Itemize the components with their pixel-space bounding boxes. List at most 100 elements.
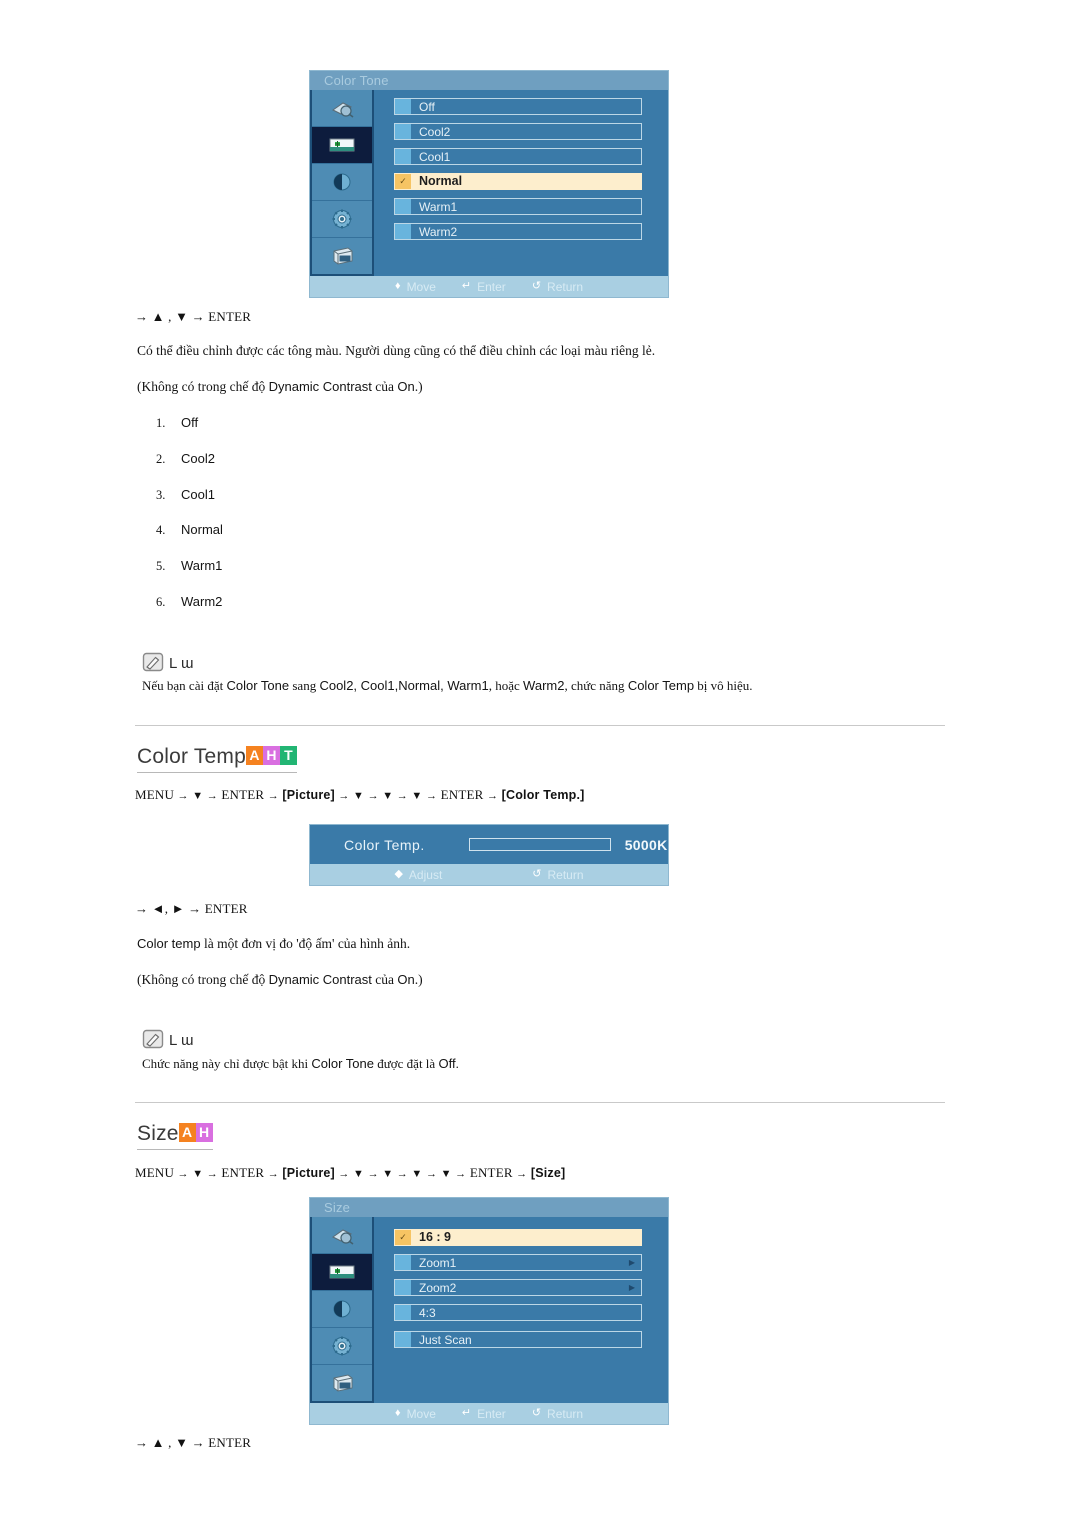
- picture-icon[interactable]: [312, 127, 372, 164]
- heading-text: Size: [137, 1122, 179, 1145]
- option-chip: [395, 1305, 411, 1320]
- color-temp-osd: Color Temp. 5000K ◆ Adjust ↺ Return: [309, 824, 669, 886]
- input-source-icon[interactable]: [312, 90, 372, 127]
- multi-control-icon[interactable]: [312, 238, 372, 274]
- nav-bracket-picture: [Picture]: [282, 788, 335, 802]
- option-chip: [395, 99, 411, 114]
- list-item: Off: [181, 415, 199, 430]
- color-temp-paragraph: Color temp là một đơn vị đo 'độ ấm' của …: [137, 936, 410, 952]
- list-number: 4.: [156, 523, 166, 537]
- list-item: Cool2: [181, 451, 215, 466]
- note-label-text: L ɯ: [169, 654, 194, 672]
- list-item: Warm1: [181, 558, 223, 573]
- size-heading: Size A H: [137, 1122, 213, 1150]
- note-2-label: L ɯ: [142, 1029, 193, 1051]
- nav-start: MENU: [135, 787, 175, 802]
- condition-mid: của: [371, 379, 398, 394]
- nav-arrow: ▼: [382, 790, 394, 802]
- sound-icon[interactable]: [312, 164, 372, 201]
- condition-mid: của: [371, 972, 398, 987]
- option-chip: [395, 199, 411, 214]
- osd-option-label: Just Scan: [419, 1332, 472, 1347]
- list-item: Cool1: [181, 487, 215, 502]
- badge-h: H: [195, 1123, 213, 1142]
- condition-prefix: (Không có trong chế độ: [137, 379, 269, 394]
- footer-label: Return: [547, 279, 584, 294]
- condition-suffix: .): [414, 379, 423, 394]
- osd-options-list: ✓ 16 : 9 Zoom1 ▶ Zoom2 ▶ 4:3 Just Scan: [374, 1217, 668, 1403]
- color-temp-slider[interactable]: [468, 838, 611, 851]
- condition-value: On: [397, 972, 415, 987]
- nav-bracket-target: [Size]: [530, 1166, 566, 1180]
- osd-option-row[interactable]: Zoom2 ▶: [394, 1279, 642, 1296]
- color-tone-osd: Color Tone Off Cool2 Cool1 ✓ Normal Warm…: [309, 70, 669, 298]
- nav-enter: ENTER: [469, 1165, 513, 1180]
- input-source-icon[interactable]: [312, 1217, 372, 1254]
- option-chip: [395, 1280, 411, 1295]
- footer-label: Return: [547, 867, 584, 882]
- note-part: , chức năng: [564, 678, 628, 693]
- nav-arrow: ▼: [411, 790, 423, 802]
- osd-option-label: Zoom1: [419, 1255, 457, 1270]
- osd-sidebar: [310, 90, 374, 276]
- setup-gear-icon[interactable]: [312, 201, 372, 238]
- osd-option-row[interactable]: Just Scan: [394, 1331, 642, 1348]
- note-part: Warm2: [523, 678, 565, 693]
- list-item: Warm2: [181, 594, 223, 609]
- osd-title: Size: [310, 1198, 668, 1217]
- osd-option-row[interactable]: Warm1: [394, 198, 642, 215]
- osd-option-row[interactable]: Zoom1 ▶: [394, 1254, 642, 1271]
- note-part: sang: [289, 678, 320, 693]
- osd-footer: ♦ Move ↵ Enter ↺ Return: [310, 276, 668, 297]
- badge-a: A: [178, 1123, 196, 1142]
- list-number: 2.: [156, 452, 166, 466]
- osd-footer: ◆ Adjust ↺ Return: [310, 864, 668, 885]
- note-part: Cool2, Cool1,Normal, Warm1: [319, 678, 489, 693]
- note-part: , hoặc: [488, 678, 524, 693]
- osd-option-label: Cool1: [419, 149, 451, 164]
- setup-gear-icon[interactable]: [312, 1328, 372, 1365]
- note-part: được đặt là: [373, 1056, 439, 1071]
- multi-control-icon[interactable]: [312, 1365, 372, 1401]
- sound-icon[interactable]: [312, 1291, 372, 1328]
- osd-option-row-selected[interactable]: ✓ 16 : 9: [394, 1229, 642, 1246]
- option-chip: [395, 224, 411, 239]
- note-part: Color Tone: [311, 1056, 374, 1071]
- osd-body: Off Cool2 Cool1 ✓ Normal Warm1 Warm2: [310, 90, 668, 276]
- osd-option-row[interactable]: Cool1: [394, 148, 642, 165]
- note-label-text: L ɯ: [169, 1031, 194, 1049]
- osd-option-row[interactable]: 4:3: [394, 1304, 642, 1321]
- badge-a: A: [246, 746, 263, 765]
- nav-enter: ENTER: [440, 787, 484, 802]
- condition-prefix: (Không có trong chế độ: [137, 972, 269, 987]
- osd-slider-body: Color Temp. 5000K: [310, 825, 668, 864]
- condition-value: On: [397, 379, 415, 394]
- osd-option-row-selected[interactable]: ✓ Normal: [394, 173, 642, 190]
- osd-option-row[interactable]: Off: [394, 98, 642, 115]
- list-number: 6.: [156, 595, 166, 609]
- nav-step: ▼: [192, 1168, 204, 1180]
- osd-slider-label: Color Temp.: [344, 836, 425, 853]
- nav-bracket-target: [Color Temp.]: [501, 788, 585, 802]
- note-1-label: L ɯ: [142, 652, 193, 674]
- nav-step: ENTER: [221, 787, 265, 802]
- badge-h: H: [263, 746, 280, 765]
- note-pencil-icon: [142, 652, 166, 674]
- osd-option-row[interactable]: Warm2: [394, 223, 642, 240]
- condition-suffix: .): [414, 972, 423, 987]
- submenu-arrow-icon: ▶: [628, 1282, 635, 1292]
- return-arrow-icon: ↺: [532, 868, 542, 880]
- size-nav-path: MENU → ▼ → ENTER → [Picture] → ▼ → ▼ → ▼…: [135, 1165, 566, 1180]
- osd-option-row[interactable]: Cool2: [394, 123, 642, 140]
- color-temp-value: 5000K: [624, 836, 668, 853]
- osd-option-label: 16 : 9: [419, 1230, 451, 1245]
- color-temp-condition: (Không có trong chế độ Dynamic Contrast …: [137, 972, 423, 988]
- list-number: 3.: [156, 488, 166, 502]
- heading-text: Color Temp: [137, 745, 246, 768]
- osd-option-label: 4:3: [419, 1305, 436, 1320]
- picture-icon[interactable]: [312, 1254, 372, 1291]
- size-keys-line: → ▲ , ▼ → ENTER: [135, 1435, 252, 1450]
- osd-option-label: Off: [419, 99, 435, 114]
- osd-option-label: Normal: [419, 174, 463, 189]
- list-number: 1.: [156, 416, 166, 430]
